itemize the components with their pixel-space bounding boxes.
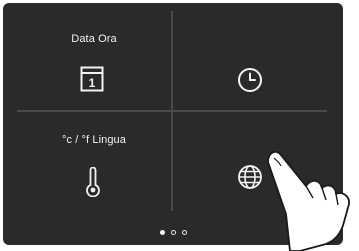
page-dot-3[interactable] [181,230,187,235]
tile-units-language[interactable]: °c / °f Lingua [17,112,171,211]
tile-clock[interactable] [173,11,327,110]
clock-icon [238,68,262,92]
calendar-icon: 1 [80,66,104,92]
globe-icon [238,165,262,189]
calendar-day: 1 [89,76,96,90]
settings-screen: Data Ora 1 °c / °f Lingua [3,3,343,245]
tile-language[interactable] [173,112,327,211]
thermometer-icon [86,167,100,197]
grid-divider-horizontal [17,110,327,112]
page-indicator [3,230,343,235]
settings-grid: Data Ora 1 °c / °f Lingua [17,11,327,211]
tile-date-time-label: Data Ora [71,33,117,45]
tile-date-time[interactable]: Data Ora 1 [17,11,171,110]
page-dot-1[interactable] [159,230,165,235]
tile-units-language-label: °c / °f Lingua [61,134,126,146]
page-dot-2[interactable] [170,230,176,235]
